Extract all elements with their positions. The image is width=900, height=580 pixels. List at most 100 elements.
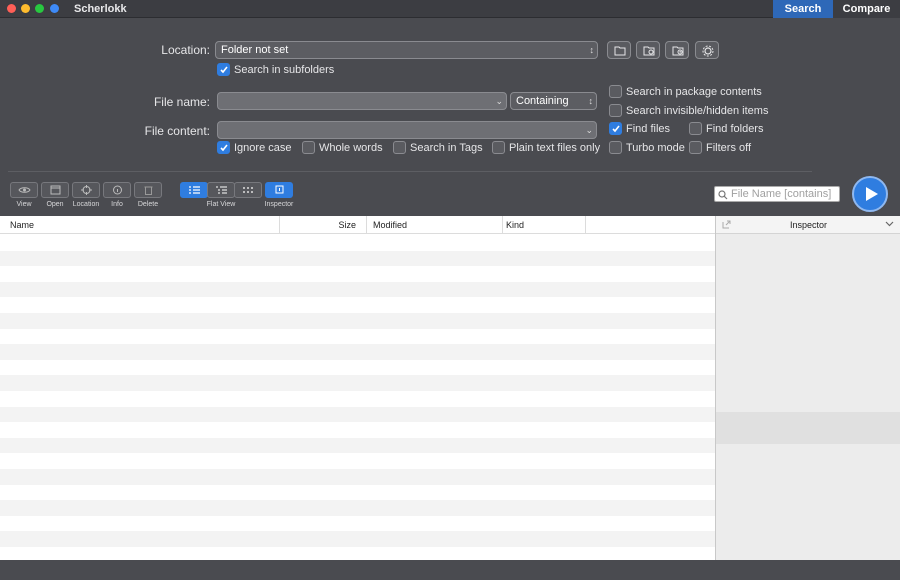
table-row[interactable] (0, 468, 715, 485)
extra-window-icon[interactable] (50, 4, 59, 13)
table-row[interactable] (0, 297, 715, 313)
table-row[interactable] (0, 281, 715, 298)
open-label: Open (46, 201, 64, 208)
checkbox-unchecked-icon (609, 141, 622, 154)
checkbox-checked-icon (609, 122, 622, 135)
play-icon (866, 187, 878, 201)
table-row[interactable] (0, 422, 715, 438)
checkbox-unchecked-icon (492, 141, 505, 154)
trash-icon (144, 186, 153, 195)
checkbox-checked-icon (217, 63, 230, 76)
whole-words-checkbox[interactable]: Whole words (302, 141, 383, 155)
ignore-case-checkbox[interactable]: Ignore case (217, 141, 291, 155)
search-subfolders-checkbox[interactable]: Search in subfolders (217, 63, 334, 77)
checkbox-unchecked-icon (302, 141, 315, 154)
find-files-label: Find files (626, 123, 671, 135)
chevron-down-icon: ⌄ (495, 96, 503, 106)
file-name-input[interactable]: ⌄ (217, 92, 507, 110)
table-row[interactable] (0, 329, 715, 345)
table-row[interactable] (0, 344, 715, 360)
hidden-items-checkbox[interactable]: Search invisible/hidden items (609, 104, 768, 118)
turbo-mode-label: Turbo mode (626, 142, 685, 154)
table-row[interactable] (0, 516, 715, 532)
minimize-window-icon[interactable] (21, 4, 30, 13)
flat-view-button[interactable] (180, 182, 208, 198)
inspector-icon (275, 185, 284, 194)
external-link-icon[interactable] (722, 220, 731, 229)
view-button[interactable] (10, 182, 38, 198)
inspector-toggle-button[interactable] (265, 182, 293, 198)
table-row[interactable] (0, 235, 715, 251)
table-row[interactable] (0, 500, 715, 516)
filter-placeholder: File Name [contains] (731, 188, 832, 200)
table-row[interactable] (0, 266, 715, 282)
chevron-down-icon[interactable] (885, 221, 894, 227)
column-kind[interactable]: Kind (503, 216, 586, 234)
open-button[interactable] (41, 182, 69, 198)
info-button[interactable] (103, 182, 131, 198)
package-contents-checkbox[interactable]: Search in package contents (609, 85, 762, 99)
folder-history-button[interactable] (665, 41, 689, 59)
delete-button[interactable] (134, 182, 162, 198)
choose-folder-button[interactable] (607, 41, 631, 59)
settings-button[interactable] (695, 41, 719, 59)
inspector-header: Inspector (716, 216, 900, 234)
table-row[interactable] (0, 250, 715, 267)
table-rows (0, 235, 715, 560)
view-label: View (16, 201, 32, 208)
column-modified[interactable]: Modified (367, 216, 503, 234)
tab-compare[interactable]: Compare (833, 0, 900, 18)
table-row[interactable] (0, 453, 715, 469)
table-row[interactable] (0, 547, 715, 560)
zoom-window-icon[interactable] (35, 4, 44, 13)
table-row[interactable] (0, 437, 715, 454)
plain-text-only-label: Plain text files only (509, 142, 601, 154)
table-row[interactable] (0, 360, 715, 376)
column-size[interactable]: Size (280, 216, 367, 234)
folder-icon (614, 46, 626, 56)
folder-settings-button[interactable] (636, 41, 660, 59)
turbo-mode-checkbox[interactable]: Turbo mode (609, 141, 685, 155)
location-select[interactable]: Folder not set ↕ (215, 41, 598, 59)
find-files-checkbox[interactable]: Find files (609, 122, 670, 136)
grid-icon (243, 187, 253, 193)
file-content-input[interactable]: ⌄ (217, 121, 597, 139)
window-title: Scherlokk (74, 3, 127, 15)
results-table[interactable]: Name Size Modified Kind (0, 216, 715, 560)
match-mode-select[interactable]: Containing ↕ (510, 92, 597, 110)
find-folders-checkbox[interactable]: Find folders (689, 122, 763, 136)
tab-search[interactable]: Search (773, 0, 833, 18)
close-window-icon[interactable] (7, 4, 16, 13)
icon-view-button[interactable] (234, 182, 262, 198)
inspector-section-bar (716, 412, 900, 444)
table-row[interactable] (0, 391, 715, 407)
table-header: Name Size Modified Kind (0, 216, 715, 234)
updown-chevron-icon: ↕ (589, 45, 595, 55)
location-button[interactable] (72, 182, 100, 198)
match-mode-value: Containing (516, 95, 569, 107)
table-row[interactable] (0, 406, 715, 423)
info-icon (113, 185, 122, 195)
tree-view-button[interactable] (207, 182, 235, 198)
table-row[interactable] (0, 485, 715, 501)
whole-words-label: Whole words (319, 142, 383, 154)
location-toolbar-label: Location (72, 201, 100, 208)
location-value: Folder not set (221, 44, 289, 56)
crosshair-icon (81, 185, 92, 195)
list-icon (189, 186, 200, 194)
table-row[interactable] (0, 531, 715, 547)
start-search-button[interactable] (852, 176, 888, 212)
checkbox-checked-icon (217, 141, 230, 154)
location-label: Location: (161, 43, 210, 57)
table-row[interactable] (0, 312, 715, 329)
filters-off-checkbox[interactable]: Filters off (689, 141, 751, 155)
inspector-label: Inspector (264, 201, 294, 208)
checkbox-unchecked-icon (393, 141, 406, 154)
file-name-label: File name: (153, 95, 210, 109)
filename-filter-input[interactable]: File Name [contains] (714, 186, 840, 202)
table-row[interactable] (0, 375, 715, 391)
search-in-tags-checkbox[interactable]: Search in Tags (393, 141, 483, 155)
column-name[interactable]: Name (0, 216, 280, 234)
plain-text-only-checkbox[interactable]: Plain text files only (492, 141, 600, 155)
search-subfolders-label: Search in subfolders (234, 64, 335, 76)
